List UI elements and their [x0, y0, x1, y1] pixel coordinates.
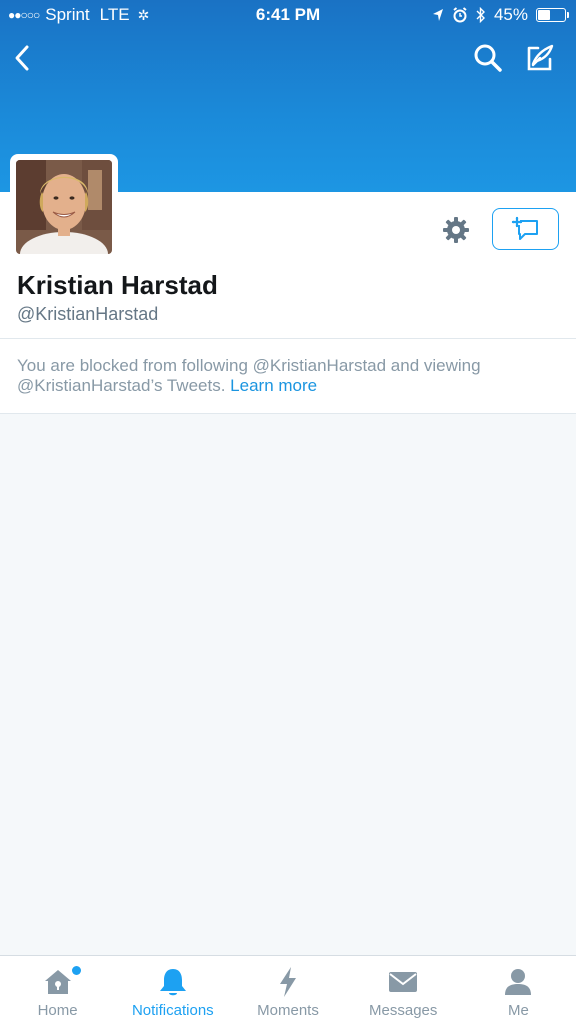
search-icon	[474, 44, 502, 72]
status-bar: ●●○○○ Sprint LTE ✲ 6:41 PM 45%	[0, 0, 576, 30]
bluetooth-icon	[476, 7, 485, 23]
tab-home[interactable]: Home	[0, 956, 115, 1024]
search-button[interactable]	[470, 40, 506, 76]
avatar	[16, 160, 112, 254]
tab-notifications[interactable]: Notifications	[115, 956, 230, 1024]
blocked-notice: You are blocked from following @Kristian…	[0, 339, 576, 414]
chevron-left-icon	[15, 45, 29, 71]
profile-name: Kristian Harstad	[17, 270, 218, 300]
lightning-icon	[280, 967, 296, 997]
compose-tweet-button[interactable]	[522, 40, 558, 76]
unread-dot	[72, 966, 81, 975]
new-message-icon	[511, 216, 538, 240]
tab-label: Me	[507, 1002, 529, 1019]
envelope-icon	[389, 972, 418, 992]
direct-message-button[interactable]	[492, 208, 559, 250]
tab-me[interactable]: Me	[461, 956, 576, 1024]
gear-icon	[443, 217, 469, 243]
profile-handle: @KristianHarstad	[17, 304, 159, 324]
battery-icon	[536, 8, 569, 22]
compose-tweet-icon	[527, 44, 554, 71]
home-icon	[44, 970, 71, 994]
profile-settings-button[interactable]	[438, 212, 474, 248]
profile-photo	[16, 160, 112, 254]
location-arrow-icon	[432, 9, 443, 21]
tab-label: Moments	[257, 1002, 319, 1019]
avatar-frame[interactable]	[10, 154, 118, 260]
tab-messages[interactable]: Messages	[346, 956, 461, 1024]
learn-more-link[interactable]: Learn more	[230, 376, 317, 395]
person-icon	[505, 969, 532, 995]
battery-percent: 45%	[493, 5, 528, 24]
tab-label: Notifications	[131, 1002, 214, 1019]
blocked-notice-text: You are blocked from following @Kristian…	[17, 356, 557, 396]
back-button[interactable]	[4, 40, 40, 76]
tab-moments[interactable]: Moments	[230, 956, 345, 1024]
tab-label: Home	[37, 1002, 78, 1019]
bell-icon	[159, 969, 186, 996]
alarm-icon	[453, 7, 467, 23]
tab-bar: Home Notifications Moments Messages Me	[0, 955, 576, 1024]
tab-label: Messages	[369, 1002, 438, 1019]
